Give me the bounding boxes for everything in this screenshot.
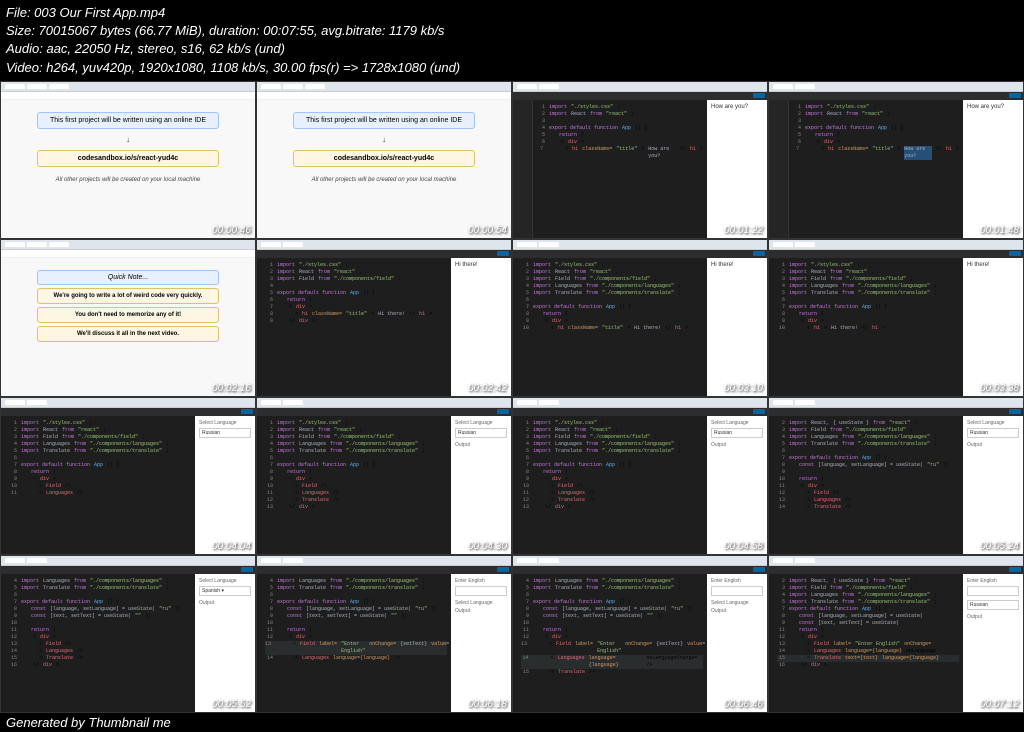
metadata-header: File: 003 Our First App.mp4 Size: 700150…	[0, 0, 1024, 81]
timestamp: 00:05:24	[980, 541, 1019, 552]
timestamp: 00:04:30	[468, 541, 507, 552]
timestamp: 00:01:48	[980, 225, 1019, 236]
size-line: Size: 70015067 bytes (66.77 MiB), durati…	[6, 22, 1018, 40]
thumbnail-grid: This first project will be written using…	[0, 81, 1024, 713]
timestamp: 00:07:12	[980, 699, 1019, 710]
thumb-1[interactable]: This first project will be written using…	[0, 81, 256, 239]
thumb-16[interactable]: 2import React, { useState } from "react"…	[768, 555, 1024, 713]
arrow-down-icon: ↓	[126, 135, 130, 144]
timestamp: 00:02:16	[212, 383, 251, 394]
timestamp: 00:03:38	[980, 383, 1019, 394]
thumb-7[interactable]: 1import "./styles.css"; 2import React fr…	[512, 239, 768, 397]
thumb-2[interactable]: This first project will be written using…	[256, 81, 512, 239]
thumb-5[interactable]: Quick Note... We're going to write a lot…	[0, 239, 256, 397]
audio-line: Audio: aac, 22050 Hz, stereo, s16, 62 kb…	[6, 40, 1018, 58]
timestamp: 00:05:52	[212, 699, 251, 710]
preview-pane: How are you?	[707, 100, 767, 239]
thumb-6[interactable]: 1import "./styles.css"; 2import React fr…	[256, 239, 512, 397]
thumb-10[interactable]: 1import "./styles.css"; 2import React fr…	[256, 397, 512, 555]
timestamp: 00:03:10	[724, 383, 763, 394]
video-line: Video: h264, yuv420p, 1920x1080, 1108 kb…	[6, 59, 1018, 77]
thumb-13[interactable]: 4import Languages from "./components/lan…	[0, 555, 256, 713]
thumb-8[interactable]: 1import "./styles.css"; 2import React fr…	[768, 239, 1024, 397]
timestamp: 00:04:58	[724, 541, 763, 552]
thumb-14[interactable]: 4import Languages from "./components/lan…	[256, 555, 512, 713]
thumb-12[interactable]: 2import React, { useState } from "react"…	[768, 397, 1024, 555]
thumb-3[interactable]: 1import "./styles.css"; 2import React fr…	[512, 81, 768, 239]
slide-url: codesandbox.io/s/react-yud4c	[37, 150, 219, 167]
timestamp: 00:00:46	[212, 225, 251, 236]
thumb-9[interactable]: 1import "./styles.css"; 2import React fr…	[0, 397, 256, 555]
timestamp: 00:00:54	[468, 225, 507, 236]
file-line: File: 003 Our First App.mp4	[6, 4, 1018, 22]
footer-text: Generated by Thumbnail me	[0, 713, 1024, 732]
thumb-4[interactable]: 1import "./styles.css"; 2import React fr…	[768, 81, 1024, 239]
timestamp: 00:06:18	[468, 699, 507, 710]
timestamp: 00:02:42	[468, 383, 507, 394]
slide-title: This first project will be written using…	[37, 112, 219, 129]
thumb-15[interactable]: 4import Languages from "./components/lan…	[512, 555, 768, 713]
timestamp: 00:04:04	[212, 541, 251, 552]
thumb-11[interactable]: 1import "./styles.css"; 2import React fr…	[512, 397, 768, 555]
timestamp: 00:01:22	[724, 225, 763, 236]
slide-note: All other projects will be created on yo…	[56, 177, 201, 183]
timestamp: 00:06:46	[724, 699, 763, 710]
